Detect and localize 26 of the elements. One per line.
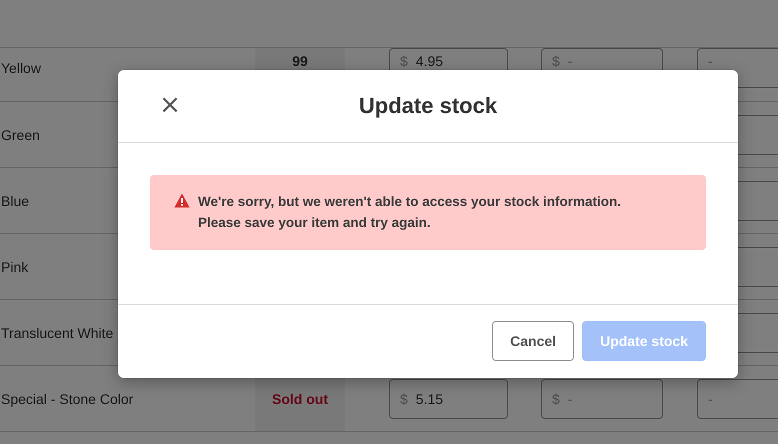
price-value: 4.95 [416,53,444,69]
input-field[interactable]: - [697,378,778,418]
product-name: Translucent White [0,324,114,340]
warning-icon [174,193,190,208]
product-name: Yellow [0,59,41,78]
currency-symbol: $ [552,53,560,69]
product-name: Special - Stone Color [0,390,134,406]
placeholder-text: - [708,53,713,69]
currency-symbol: $ [400,390,408,406]
currency-symbol: $ [400,53,408,69]
product-name: Blue [0,192,30,208]
price-value: 5.15 [416,390,444,406]
sold-out-label: Sold out [272,390,328,406]
product-name: Pink [0,258,28,274]
error-message: We're sorry, but we weren't able to access your stock information. Please save your item and try again. [198,193,622,232]
currency-symbol: $ [552,390,560,406]
close-button[interactable]: × [158,93,182,117]
price-field[interactable]: $ 5.15 [389,378,508,418]
product-name: Green [0,126,40,142]
stock-count: 99 [292,53,308,69]
cancel-button[interactable]: Cancel [492,321,574,361]
dialog-title: Update stock [358,93,498,119]
placeholder-text: - [568,390,572,406]
placeholder-text: - [568,53,572,69]
sale-price-field[interactable]: $ - [541,378,663,418]
placeholder-text: - [708,390,713,406]
